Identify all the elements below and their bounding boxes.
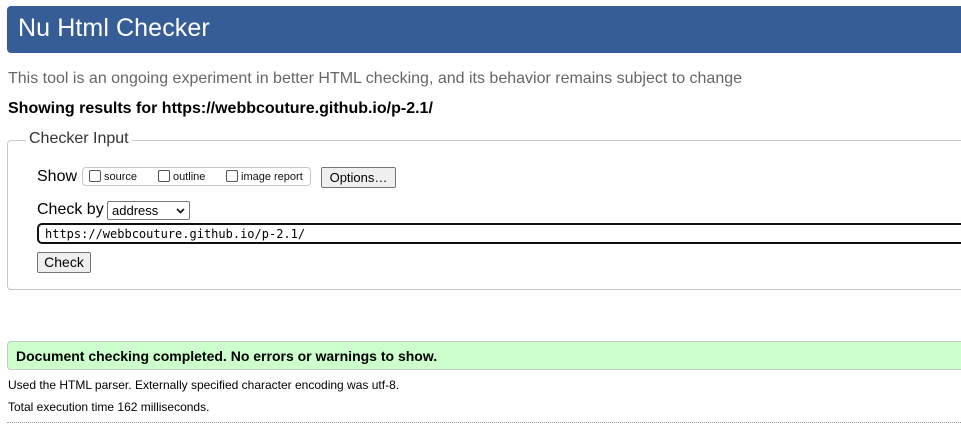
intro-text: This tool is an ongoing experiment in be… [8,70,743,87]
show-options-group: source outline image report [82,167,311,186]
execution-time: Total execution time 162 milliseconds. [8,400,210,414]
parser-details: Used the HTML parser. Externally specifi… [8,378,400,392]
show-label: Show [37,168,78,185]
check-by-label: Check by [37,201,104,218]
check-by-select[interactable]: address [107,201,190,220]
outline-checkbox[interactable] [158,170,170,182]
app-header: Nu Html Checker [7,6,961,53]
outline-checkbox-label[interactable]: outline [173,171,205,183]
success-message-box: Document checking completed. No errors o… [7,341,961,370]
chevron-down-icon [176,208,185,214]
image-report-checkbox-label[interactable]: image report [241,171,303,183]
source-checkbox-label[interactable]: source [104,171,137,183]
image-report-checkbox[interactable] [226,170,238,182]
success-message: Document checking completed. No errors o… [16,348,438,364]
showing-results-heading: Showing results for https://webbcouture.… [8,100,433,117]
app-title: Nu Html Checker [18,14,210,42]
check-button[interactable]: Check [37,252,91,273]
dotted-divider [7,422,961,423]
check-by-selected-value: address [112,203,159,218]
options-button[interactable]: Options… [321,167,396,188]
url-input-value: https://webbcouture.github.io/p-2.1/ [45,227,306,241]
url-input[interactable]: https://webbcouture.github.io/p-2.1/ [37,223,961,244]
source-checkbox[interactable] [89,170,101,182]
checker-input-legend: Checker Input [26,130,132,148]
